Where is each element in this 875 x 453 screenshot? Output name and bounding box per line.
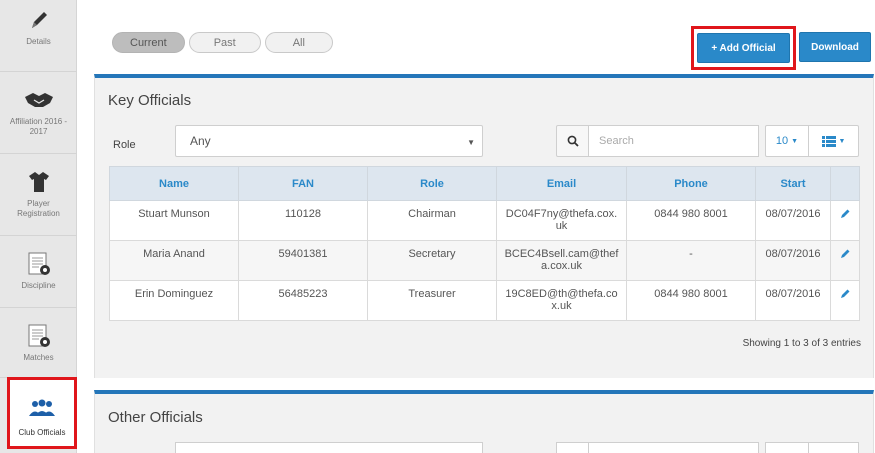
sidebar-item-label: Player Registration bbox=[17, 199, 60, 218]
sidebar-item-player-registration[interactable]: Player Registration bbox=[0, 154, 77, 236]
cell-role: Chairman bbox=[367, 200, 497, 241]
cell-actions bbox=[830, 200, 860, 241]
sidebar-item-label: Matches bbox=[23, 353, 54, 362]
column-header-start[interactable]: Start bbox=[755, 166, 831, 201]
cell-role: Secretary bbox=[367, 240, 497, 281]
edit-pencil-icon[interactable] bbox=[839, 288, 851, 303]
tab-past[interactable]: Past bbox=[188, 32, 261, 53]
cell-name: Maria Anand bbox=[109, 240, 239, 281]
sidebar-item-label: Details bbox=[26, 37, 51, 46]
document-ball-icon bbox=[26, 250, 52, 278]
cell-email: DC04F7ny@thefa.cox.uk bbox=[496, 200, 627, 241]
cell-actions bbox=[830, 240, 860, 281]
people-icon bbox=[27, 394, 57, 422]
role-select[interactable] bbox=[175, 442, 483, 453]
column-header-phone[interactable]: Phone bbox=[626, 166, 756, 201]
edit-pencil-icon[interactable] bbox=[839, 248, 851, 263]
officials-table: Name FAN Role Email Phone Start Stuart M… bbox=[109, 166, 860, 321]
column-toggle-button[interactable]: ▼ bbox=[809, 125, 859, 157]
cell-fan: 110128 bbox=[238, 200, 368, 241]
add-official-highlight: + Add Official bbox=[691, 26, 796, 70]
sidebar-item-club-officials[interactable]: Club Officials bbox=[7, 377, 77, 449]
cell-name: Erin Dominguez bbox=[109, 280, 239, 321]
main-content: Current Past All + Add Official Download… bbox=[77, 0, 875, 453]
search-button[interactable] bbox=[556, 442, 589, 453]
document-ball-icon bbox=[26, 322, 52, 350]
key-officials-panel: Key Officials Role Any ▼ 10 ▼ ▼ bbox=[94, 74, 874, 378]
sidebar-item-discipline[interactable]: Discipline bbox=[0, 236, 77, 308]
per-page-dropdown[interactable]: 10 ▼ bbox=[765, 125, 809, 157]
cell-email: BCEC4Bsell.cam@thefa.cox.uk bbox=[496, 240, 627, 281]
column-header-email[interactable]: Email bbox=[496, 166, 627, 201]
download-button[interactable]: Download bbox=[799, 32, 871, 62]
cell-actions bbox=[830, 280, 860, 321]
cell-role: Treasurer bbox=[367, 280, 497, 321]
panel-title: Key Officials bbox=[108, 92, 192, 109]
column-header-fan[interactable]: FAN bbox=[238, 166, 368, 201]
cell-name: Stuart Munson bbox=[109, 200, 239, 241]
edit-pencil-icon[interactable] bbox=[839, 208, 851, 223]
email-text: BCEC4Bsell.cam@thefa.cox.uk bbox=[504, 248, 619, 272]
panel-title: Other Officials bbox=[108, 409, 203, 426]
cell-start: 08/07/2016 bbox=[755, 240, 831, 281]
table-row: Maria Anand 59401381 Secretary BCEC4Bsel… bbox=[109, 240, 860, 281]
table-row: Stuart Munson 110128 Chairman DC04F7ny@t… bbox=[109, 200, 860, 241]
tab-all[interactable]: All bbox=[264, 32, 333, 53]
column-toggle-button[interactable] bbox=[809, 442, 859, 453]
email-text: 19C8ED@th@thefa.cox.uk bbox=[505, 288, 618, 312]
search-icon bbox=[567, 135, 579, 147]
other-officials-panel: Other Officials bbox=[94, 390, 874, 453]
caret-down-icon: ▼ bbox=[791, 137, 799, 145]
add-official-button[interactable]: + Add Official bbox=[697, 33, 790, 63]
caret-down-icon: ▼ bbox=[838, 137, 846, 145]
sidebar-item-label: Club Officials bbox=[18, 428, 66, 437]
column-header-role[interactable]: Role bbox=[367, 166, 497, 201]
tab-current[interactable]: Current bbox=[112, 32, 185, 53]
role-select[interactable]: Any ▼ bbox=[175, 125, 483, 157]
status-filter-tabs: Current Past All bbox=[112, 32, 337, 53]
sidebar-item-matches[interactable]: Matches bbox=[0, 308, 77, 378]
sidebar-item-label: Discipline bbox=[21, 281, 56, 290]
sidebar-item-label: Affiliation 2016 - 2017 bbox=[9, 117, 68, 136]
cell-phone: - bbox=[626, 240, 756, 281]
cell-fan: 59401381 bbox=[238, 240, 368, 281]
handshake-icon bbox=[24, 86, 54, 114]
cell-fan: 56485223 bbox=[238, 280, 368, 321]
per-page-value: 10 bbox=[775, 135, 789, 147]
column-header-actions bbox=[830, 166, 860, 201]
column-header-name[interactable]: Name bbox=[109, 166, 239, 201]
cell-start: 08/07/2016 bbox=[755, 280, 831, 321]
sidebar: Details Affiliation 2016 - 2017 Player R… bbox=[0, 0, 77, 453]
cell-phone: 0844 980 8001 bbox=[626, 200, 756, 241]
per-page-dropdown[interactable] bbox=[765, 442, 809, 453]
app-root: Details Affiliation 2016 - 2017 Player R… bbox=[0, 0, 875, 453]
search-input[interactable] bbox=[589, 125, 759, 157]
cell-phone: 0844 980 8001 bbox=[626, 280, 756, 321]
role-label: Role bbox=[113, 139, 136, 151]
list-icon bbox=[821, 135, 836, 147]
table-row: Erin Dominguez 56485223 Treasurer 19C8ED… bbox=[109, 280, 860, 321]
role-select-value: Any bbox=[190, 134, 211, 148]
caret-down-icon: ▼ bbox=[467, 138, 475, 147]
sidebar-item-details[interactable]: Details bbox=[0, 0, 77, 72]
email-text: DC04F7ny@thefa.cox.uk bbox=[505, 208, 618, 232]
shirt-icon bbox=[28, 168, 50, 196]
table-info-text: Showing 1 to 3 of 3 entries bbox=[742, 338, 861, 349]
pencil-icon bbox=[28, 6, 50, 34]
sidebar-item-affiliation[interactable]: Affiliation 2016 - 2017 bbox=[0, 72, 77, 154]
search-input[interactable] bbox=[589, 442, 759, 453]
table-header-row: Name FAN Role Email Phone Start bbox=[109, 166, 860, 201]
cell-start: 08/07/2016 bbox=[755, 200, 831, 241]
search-button[interactable] bbox=[556, 125, 589, 157]
cell-email: 19C8ED@th@thefa.cox.uk bbox=[496, 280, 627, 321]
